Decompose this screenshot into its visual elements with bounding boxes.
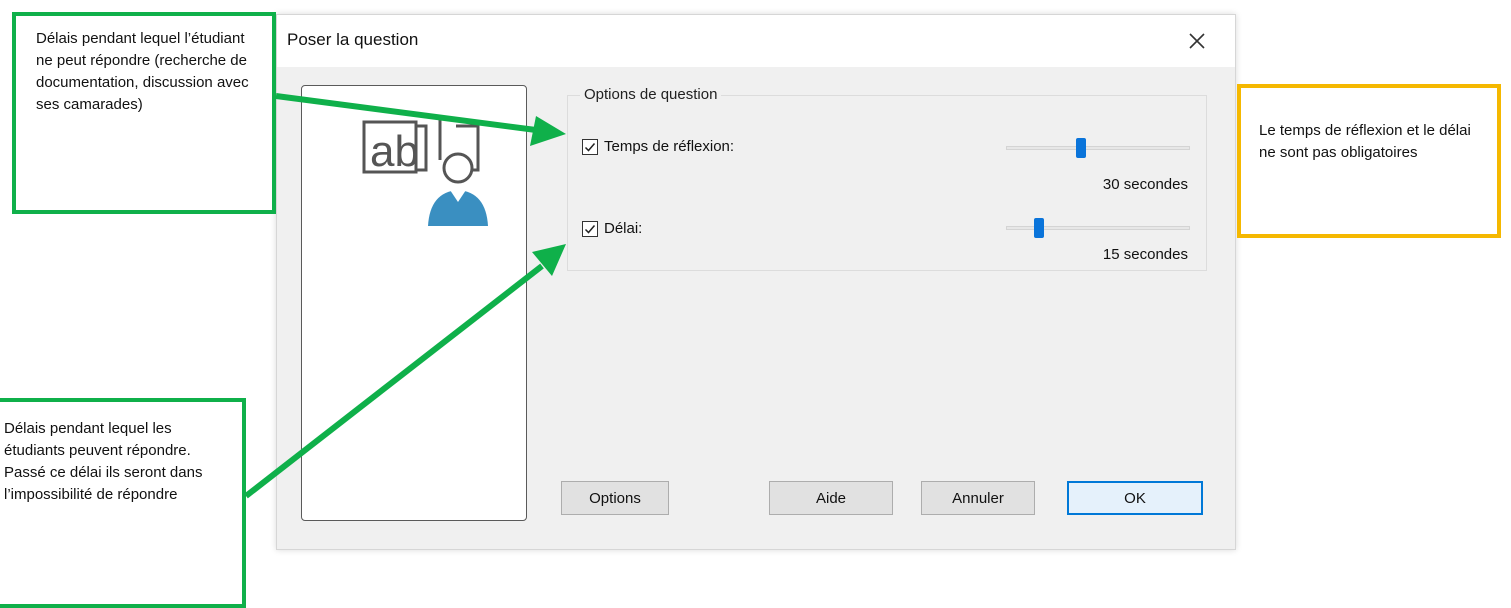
slider-track xyxy=(1006,146,1190,150)
checkmark-icon xyxy=(584,142,596,152)
delay-checkbox[interactable] xyxy=(582,220,598,237)
illustration-panel: ab xyxy=(301,85,527,521)
group-label: Options de question xyxy=(580,86,722,103)
help-button[interactable]: Aide xyxy=(769,481,893,515)
delay-option[interactable]: Délai: xyxy=(582,220,642,237)
checkmark-icon xyxy=(584,224,596,234)
annotation-thinking-time: Délais pendant lequel l’étudiant ne peut… xyxy=(12,12,276,214)
question-options-group: Options de question Temps de réflexion: … xyxy=(567,86,1207,271)
delay-label: Délai: xyxy=(604,220,643,237)
thinking-time-value: 30 secondes xyxy=(1102,176,1188,193)
thinking-time-checkbox[interactable] xyxy=(582,138,598,155)
ok-button[interactable]: OK xyxy=(1067,481,1203,515)
dialog-title: Poser la question xyxy=(287,30,419,49)
annotation-optional: Le temps de réflexion et le délai ne son… xyxy=(1237,84,1501,238)
title-bar: Poser la question xyxy=(277,15,1235,67)
annotation-delay-text: Délais pendant lequel les étudiants peuv… xyxy=(4,420,203,503)
question-presenter-icon: ab xyxy=(362,116,488,226)
options-button[interactable]: Options xyxy=(561,481,669,515)
delay-slider[interactable] xyxy=(1006,218,1190,238)
svg-text:ab: ab xyxy=(370,127,419,176)
annotation-optional-text: Le temps de réflexion et le délai ne son… xyxy=(1259,122,1471,161)
annotation-delay: Délais pendant lequel les étudiants peuv… xyxy=(0,398,246,608)
delay-value: 15 secondes xyxy=(1102,246,1188,263)
thinking-time-slider[interactable] xyxy=(1006,138,1190,158)
annotation-thinking-time-text: Délais pendant lequel l’étudiant ne peut… xyxy=(36,30,249,113)
question-dialog: Poser la question ab Options de question… xyxy=(276,14,1236,550)
thinking-time-label: Temps de réflexion: xyxy=(604,138,735,155)
slider-thumb[interactable] xyxy=(1034,218,1045,238)
close-icon[interactable] xyxy=(1185,29,1209,53)
slider-thumb[interactable] xyxy=(1076,138,1087,158)
thinking-time-option[interactable]: Temps de réflexion: xyxy=(582,138,734,155)
cancel-button[interactable]: Annuler xyxy=(921,481,1035,515)
